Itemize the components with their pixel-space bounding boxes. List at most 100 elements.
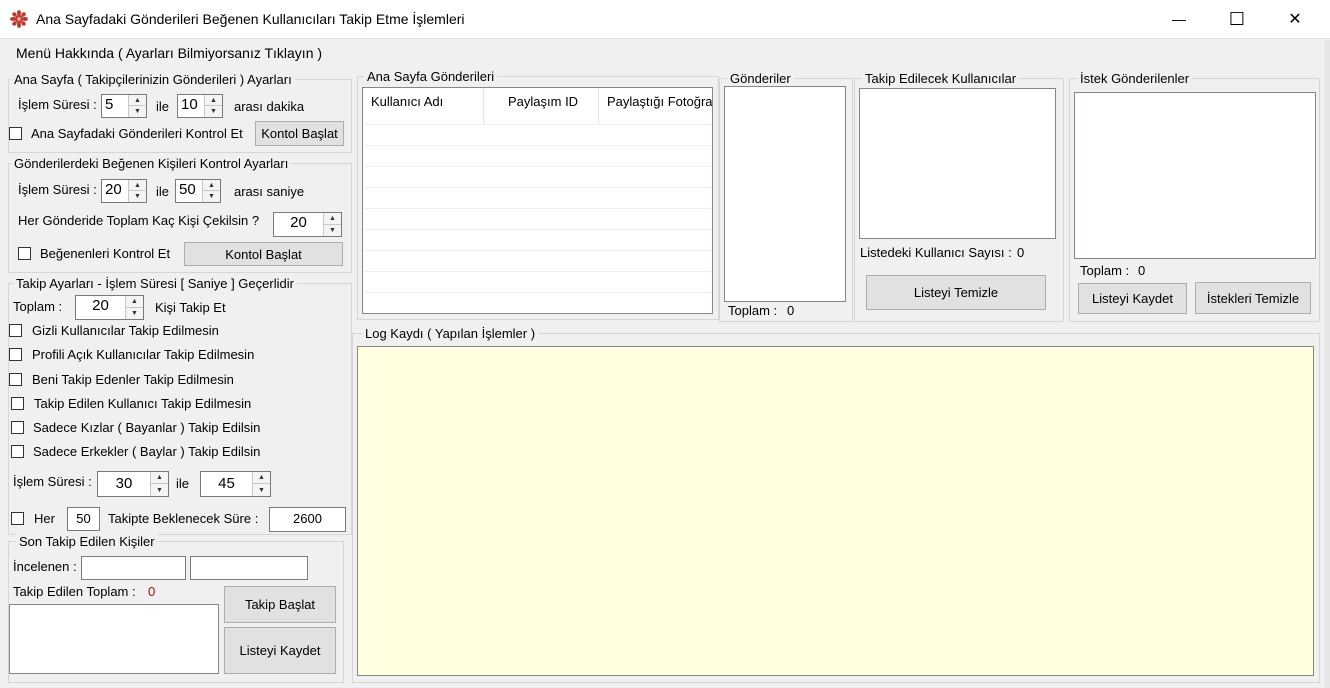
requests-save-button[interactable]: Listeyi Kaydet — [1078, 283, 1187, 314]
likers-from-stepper[interactable]: 20 ▲ ▼ — [101, 179, 147, 203]
follow-start-button[interactable]: Takip Başlat — [224, 586, 336, 623]
minimize-icon: — — [1172, 11, 1186, 27]
home-start-button[interactable]: Kontol Başlat — [255, 121, 344, 146]
posts-title: Gönderiler — [727, 71, 794, 86]
option-checkbox-public-profiles[interactable] — [9, 348, 22, 361]
followed-list[interactable] — [9, 604, 219, 674]
stepper-up-icon[interactable]: ▲ — [205, 95, 222, 106]
wait-value: 2600 — [293, 511, 322, 526]
requests-list[interactable] — [1074, 92, 1316, 259]
option-checkbox-my-followers[interactable] — [9, 373, 22, 386]
grid-row — [363, 229, 712, 251]
home-from-stepper[interactable]: 5 ▲ ▼ — [101, 94, 147, 118]
app-icon — [10, 10, 28, 28]
stepper-up-icon[interactable]: ▲ — [253, 472, 270, 484]
option-label-public-profiles: Profili Açık Kullanıcılar Takip Edilmesi… — [32, 347, 255, 362]
log-textarea[interactable] — [357, 346, 1314, 676]
grid-row — [363, 208, 712, 230]
likers-per-post-stepper[interactable]: 20 ▲ ▼ — [273, 212, 342, 237]
stepper-down-icon[interactable]: ▼ — [253, 484, 270, 496]
option-label-already-followed: Takip Edilen Kullanıcı Takip Edilmesin — [34, 396, 252, 411]
close-button[interactable]: ✕ — [1266, 0, 1324, 38]
follow-to-stepper[interactable]: 45 ▲ ▼ — [200, 471, 271, 497]
option-checkbox-only-women[interactable] — [11, 421, 24, 434]
maximize-button[interactable]: ☐ — [1208, 0, 1266, 38]
stepper-down-icon[interactable]: ▼ — [129, 106, 146, 117]
last-followed-title: Son Takip Edilen Kişiler — [16, 534, 158, 549]
posts-list[interactable] — [724, 86, 846, 302]
likers-unit-label: arası saniye — [234, 184, 305, 199]
follow-total-label: Toplam : — [13, 299, 63, 314]
every-checkbox[interactable] — [11, 512, 24, 525]
likers-per-post-value: 20 — [290, 214, 307, 231]
every-value: 50 — [76, 511, 91, 526]
follow-total-stepper[interactable]: 20 ▲ ▼ — [75, 295, 144, 320]
grid-row — [363, 292, 712, 313]
requests-total-label: Toplam : — [1080, 263, 1130, 278]
grid-column-username[interactable]: Kullanıcı Adı — [363, 88, 484, 124]
option-label-hidden-users: Gizli Kullanıcılar Takip Edilmesin — [32, 323, 219, 338]
wait-label: Takipte Beklenecek Süre : — [108, 511, 259, 526]
stepper-up-icon[interactable]: ▲ — [151, 472, 168, 484]
to-follow-clear-button[interactable]: Listeyi Temizle — [866, 275, 1046, 310]
grid-column-photo[interactable]: Paylaştığı Fotoğraf — [599, 88, 712, 124]
stepper-up-icon[interactable]: ▲ — [129, 180, 146, 191]
requests-clear-button[interactable]: İstekleri Temizle — [1195, 282, 1311, 314]
grid-row — [363, 271, 712, 293]
close-icon: ✕ — [1288, 11, 1302, 28]
grid-row — [363, 145, 712, 167]
inspected-input-1[interactable] — [81, 556, 186, 580]
home-unit-label: arası dakika — [234, 99, 305, 114]
likers-settings-title: Gönderilerdeki Beğenen Kişileri Kontrol … — [11, 156, 292, 171]
follow-duration-label: İşlem Süresi : — [13, 474, 92, 489]
stepper-up-icon[interactable]: ▲ — [203, 180, 220, 191]
follow-unit-label: Kişi Takip Et — [155, 300, 226, 315]
home-posts-title: Ana Sayfa Gönderileri — [364, 69, 498, 84]
stepper-down-icon[interactable]: ▼ — [129, 191, 146, 202]
to-follow-list[interactable] — [859, 88, 1056, 239]
right-edge — [1325, 40, 1330, 688]
option-label-only-men: Sadece Erkekler ( Baylar ) Takip Edilsin — [33, 444, 261, 459]
stepper-down-icon[interactable]: ▼ — [151, 484, 168, 496]
likers-check-checkbox[interactable] — [18, 247, 31, 260]
option-checkbox-only-men[interactable] — [11, 445, 24, 458]
grid-row — [363, 166, 712, 188]
inspected-label: İncelenen : — [13, 559, 77, 574]
follow-from-value: 30 — [115, 475, 133, 492]
likers-from-value: 20 — [105, 181, 122, 198]
likers-to-stepper[interactable]: 50 ▲ ▼ — [175, 179, 221, 203]
stepper-up-icon[interactable]: ▲ — [126, 296, 143, 308]
likers-check-label: Beğenenleri Kontrol Et — [40, 246, 171, 261]
grid-header: Kullanıcı Adı Paylaşım ID Paylaştığı Fot… — [363, 88, 712, 124]
stepper-up-icon[interactable]: ▲ — [129, 95, 146, 106]
option-checkbox-already-followed[interactable] — [11, 397, 24, 410]
likers-to-value: 50 — [179, 181, 196, 198]
inspected-input-2[interactable] — [190, 556, 308, 580]
likers-start-button[interactable]: Kontol Başlat — [184, 242, 343, 266]
option-label-only-women: Sadece Kızlar ( Bayanlar ) Takip Edilsin — [33, 420, 261, 435]
option-checkbox-hidden-users[interactable] — [9, 324, 22, 337]
stepper-down-icon[interactable]: ▼ — [203, 191, 220, 202]
every-input[interactable]: 50 — [67, 507, 100, 531]
followed-total-label: Takip Edilen Toplam : — [13, 584, 136, 599]
likers-per-post-label: Her Gönderide Toplam Kaç Kişi Çekilsin ? — [18, 213, 260, 228]
stepper-down-icon[interactable]: ▼ — [126, 308, 143, 320]
home-check-checkbox[interactable] — [9, 127, 22, 140]
every-label: Her — [34, 511, 55, 526]
home-to-stepper[interactable]: 10 ▲ ▼ — [177, 94, 223, 118]
stepper-up-icon[interactable]: ▲ — [324, 213, 341, 225]
title-bar: Ana Sayfadaki Gönderileri Beğenen Kullan… — [0, 0, 1330, 39]
grid-column-post-id[interactable]: Paylaşım ID — [484, 88, 599, 124]
follow-and-label: ile — [176, 476, 190, 491]
stepper-down-icon[interactable]: ▼ — [324, 225, 341, 237]
stepper-down-icon[interactable]: ▼ — [205, 106, 222, 117]
home-and-label: ile — [156, 99, 170, 114]
follow-from-stepper[interactable]: 30 ▲ ▼ — [97, 471, 169, 497]
to-follow-count-label: Listedeki Kullanıcı Sayısı : — [860, 245, 1012, 260]
home-to-value: 10 — [181, 96, 198, 113]
wait-input[interactable]: 2600 — [269, 507, 346, 532]
minimize-button[interactable]: — — [1150, 0, 1208, 38]
home-posts-grid[interactable]: Kullanıcı Adı Paylaşım ID Paylaştığı Fot… — [362, 87, 713, 314]
menu-about[interactable]: Menü Hakkında ( Ayarları Bilmiyorsanız T… — [16, 45, 322, 61]
followed-save-button[interactable]: Listeyi Kaydet — [224, 627, 336, 674]
